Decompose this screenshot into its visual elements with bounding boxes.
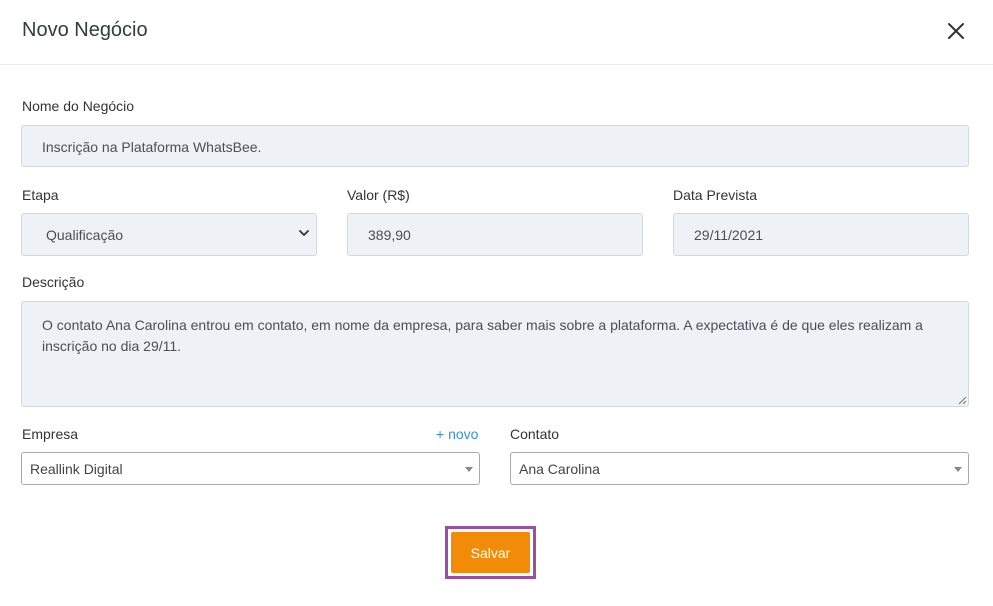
value-label: Valor (R$) <box>347 187 410 203</box>
caret-down-icon <box>954 467 962 472</box>
name-value: Inscrição na Plataforma WhatsBee. <box>42 139 262 155</box>
date-label: Data Prevista <box>673 187 758 203</box>
save-button[interactable]: Salvar <box>451 532 530 573</box>
value-input[interactable]: 389,90 <box>347 213 643 256</box>
stage-select[interactable]: Qualificação <box>21 213 317 256</box>
stage-label: Etapa <box>22 187 59 203</box>
contact-select[interactable]: Ana Carolina <box>510 452 969 485</box>
description-textarea[interactable]: O contato Ana Carolina entrou em contato… <box>21 301 969 407</box>
description-label: Descrição <box>22 274 85 290</box>
caret-down-icon <box>465 467 473 472</box>
resize-handle-icon[interactable] <box>957 395 967 405</box>
name-label: Nome do Negócio <box>22 98 135 114</box>
close-icon <box>948 23 964 39</box>
description-value: O contato Ana Carolina entrou em contato… <box>42 317 923 354</box>
value-value: 389,90 <box>368 227 411 243</box>
contact-label: Contato <box>510 426 560 442</box>
company-select[interactable]: Reallink Digital <box>21 452 480 485</box>
name-input[interactable]: Inscrição na Plataforma WhatsBee. <box>21 125 969 167</box>
stage-value: Qualificação <box>46 227 124 243</box>
close-button[interactable] <box>944 19 968 43</box>
chevron-down-icon <box>299 230 309 236</box>
save-button-highlight: Salvar <box>445 526 536 579</box>
date-value: 29/11/2021 <box>694 227 764 243</box>
company-label: Empresa <box>22 426 79 442</box>
modal-title: Novo Negócio <box>22 19 148 41</box>
add-company-link[interactable]: + novo <box>436 426 478 442</box>
date-input[interactable]: 29/11/2021 <box>673 213 969 256</box>
modal-header: Novo Negócio <box>0 0 993 65</box>
contact-value: Ana Carolina <box>519 461 600 477</box>
company-value: Reallink Digital <box>30 461 123 477</box>
